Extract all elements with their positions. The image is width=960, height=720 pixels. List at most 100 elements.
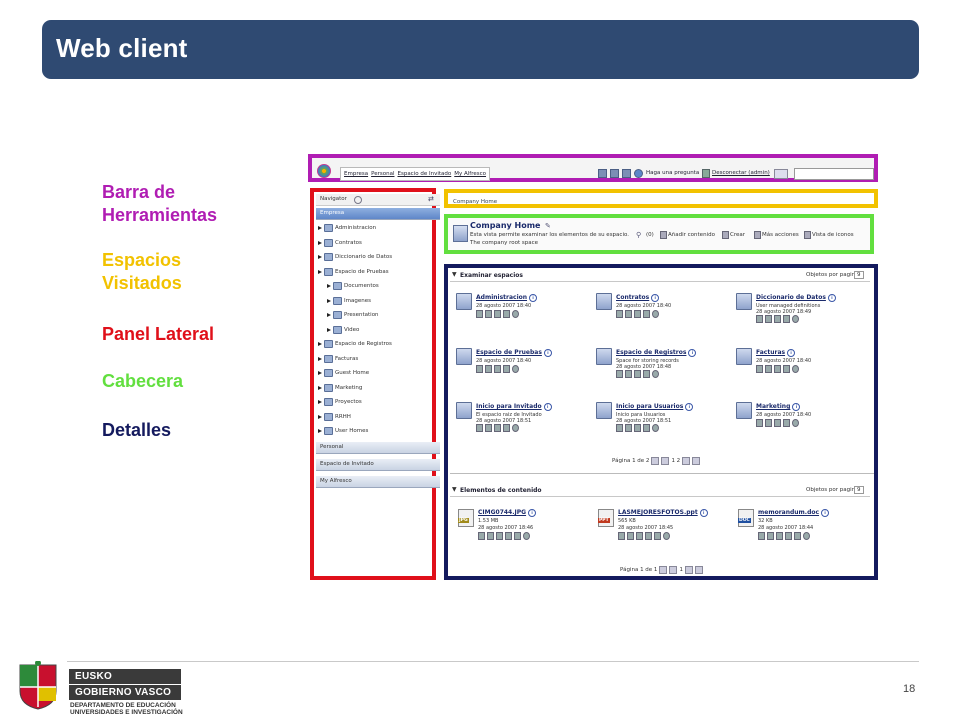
cut-icon[interactable] xyxy=(476,365,483,373)
checkout-icon[interactable] xyxy=(487,532,494,540)
expand-icon[interactable] xyxy=(318,226,322,230)
delete-icon[interactable] xyxy=(654,532,661,540)
file-name[interactable]: CIMG0744.JPG i xyxy=(478,509,537,517)
tree-item[interactable]: Guest Home xyxy=(318,369,369,377)
more-actions-icon[interactable] xyxy=(663,532,670,540)
first-page-icon[interactable] xyxy=(651,457,660,465)
expand-icon[interactable] xyxy=(327,313,331,317)
dashboard-icon[interactable] xyxy=(610,169,619,178)
file-card[interactable]: JPG CIMG0744.JPG i 1.53 MB 28 agosto 2007 18… xyxy=(458,509,588,549)
last-page-icon[interactable] xyxy=(694,566,703,574)
expand-icon[interactable] xyxy=(318,385,322,390)
more-actions-icon[interactable] xyxy=(652,310,659,318)
prev-page-icon[interactable] xyxy=(669,566,678,574)
tree-item[interactable]: Proyectos xyxy=(318,398,362,406)
content-pager-pages[interactable]: 1 xyxy=(679,567,683,573)
search-options-icon[interactable] xyxy=(774,169,788,179)
prev-page-icon[interactable] xyxy=(661,457,670,465)
info-icon[interactable]: i xyxy=(543,349,552,357)
space-card[interactable]: Contratos i 28 agosto 2007 18:40 xyxy=(596,293,726,323)
more-actions-icon[interactable] xyxy=(792,419,799,427)
properties-icon[interactable] xyxy=(634,370,641,378)
clipboard-icon[interactable]: ⚲ xyxy=(636,231,641,239)
cut-icon[interactable] xyxy=(476,424,483,432)
info-icon[interactable]: i xyxy=(651,294,660,302)
copy-icon[interactable] xyxy=(625,370,632,378)
copy-icon[interactable] xyxy=(625,424,632,432)
properties-icon[interactable] xyxy=(645,532,652,540)
expand-icon[interactable] xyxy=(318,342,322,346)
space-name[interactable]: Espacio de Pruebas i xyxy=(476,349,552,357)
toolbar-tab[interactable]: Espacio de Invitado xyxy=(397,171,451,177)
toolbar-tab[interactable]: My Alfresco xyxy=(454,171,486,177)
cut-icon[interactable] xyxy=(756,315,763,323)
delete-icon[interactable] xyxy=(503,310,510,318)
space-card[interactable]: Espacio de Pruebas i 28 agosto 2007 18:40 xyxy=(456,348,586,378)
checkout-icon[interactable] xyxy=(627,532,634,540)
copy-icon[interactable] xyxy=(625,310,632,318)
space-name[interactable]: Inicio para Usuarios i xyxy=(616,403,694,411)
space-name[interactable]: Inicio para Invitado i xyxy=(476,403,552,411)
properties-icon[interactable] xyxy=(634,424,641,432)
cut-icon[interactable] xyxy=(476,310,483,318)
file-card[interactable]: DOC memorandum.doc i 32 KB 28 agosto 2007 18… xyxy=(738,509,868,549)
delete-icon[interactable] xyxy=(783,315,790,323)
space-name[interactable]: Facturas i xyxy=(756,349,796,357)
content-per-page-input[interactable]: 9 xyxy=(854,486,864,494)
more-actions-icon[interactable] xyxy=(523,532,530,540)
file-name[interactable]: memorandum.doc i xyxy=(758,509,830,517)
info-icon[interactable]: i xyxy=(543,403,552,411)
info-icon[interactable]: i xyxy=(688,349,697,357)
more-actions-icon[interactable] xyxy=(512,365,519,373)
more-actions-icon[interactable] xyxy=(792,365,799,373)
action-icon[interactable] xyxy=(660,231,667,239)
logout-link[interactable]: Desconectar (admin) xyxy=(712,170,770,176)
cut-icon[interactable] xyxy=(616,310,623,318)
toolbar-tab[interactable]: Personal xyxy=(371,171,394,177)
search-input[interactable] xyxy=(794,168,874,180)
action-icon[interactable] xyxy=(804,231,811,239)
space-card[interactable]: Inicio para Usuarios i Inicio para Usuario… xyxy=(596,402,726,432)
next-page-icon[interactable] xyxy=(684,566,693,574)
help-icon[interactable] xyxy=(634,169,643,178)
copy-icon[interactable] xyxy=(485,310,492,318)
cut-icon[interactable] xyxy=(616,424,623,432)
more-actions-icon[interactable] xyxy=(803,532,810,540)
collapse-icon[interactable]: ▼ xyxy=(452,486,457,493)
cut-icon[interactable] xyxy=(756,419,763,427)
edit-icon[interactable] xyxy=(758,532,765,540)
more-actions-icon[interactable] xyxy=(652,424,659,432)
tree-item[interactable]: Contratos xyxy=(318,238,362,247)
expand-icon[interactable] xyxy=(318,414,322,419)
spaces-per-page-input[interactable]: 9 xyxy=(854,271,864,279)
properties-icon[interactable] xyxy=(494,365,501,373)
copy-icon[interactable] xyxy=(496,532,503,540)
side-section-header[interactable]: Personal xyxy=(316,442,440,454)
next-page-icon[interactable] xyxy=(682,457,691,465)
properties-icon[interactable] xyxy=(634,310,641,318)
expand-icon[interactable] xyxy=(318,400,322,404)
properties-icon[interactable] xyxy=(494,310,501,318)
expand-icon[interactable] xyxy=(327,284,331,288)
info-icon[interactable]: i xyxy=(699,509,708,517)
side-section-header[interactable]: Espacio de Invitado xyxy=(316,459,440,471)
file-card[interactable]: PPT LASMEJORESFOTOS.ppt i 565 KB 28 agosto 2… xyxy=(598,509,728,549)
space-name[interactable]: Espacio de Registros i xyxy=(616,349,697,357)
expand-icon[interactable] xyxy=(327,327,331,332)
action-icon[interactable] xyxy=(754,231,761,239)
header-action[interactable]: Vista de iconos xyxy=(812,232,854,238)
expand-icon[interactable] xyxy=(318,429,322,433)
tree-item[interactable]: Espacio de Pruebas xyxy=(318,267,389,276)
action-icon[interactable] xyxy=(722,231,729,239)
copy-icon[interactable] xyxy=(485,365,492,373)
space-card[interactable]: Marketing i 28 agosto 2007 18:40 xyxy=(736,402,866,432)
header-action[interactable]: Más acciones xyxy=(762,232,799,238)
space-name[interactable]: Administracion i xyxy=(476,294,538,302)
info-icon[interactable]: i xyxy=(529,294,538,302)
chevron-down-icon[interactable] xyxy=(354,196,362,204)
expand-icon[interactable] xyxy=(327,298,331,303)
side-section-header[interactable]: My Alfresco xyxy=(316,476,440,488)
tree-item[interactable]: Imagenes xyxy=(327,296,371,305)
space-card[interactable]: Diccionario de Datos i User managed defini… xyxy=(736,293,866,323)
more-actions-icon[interactable] xyxy=(652,370,659,378)
